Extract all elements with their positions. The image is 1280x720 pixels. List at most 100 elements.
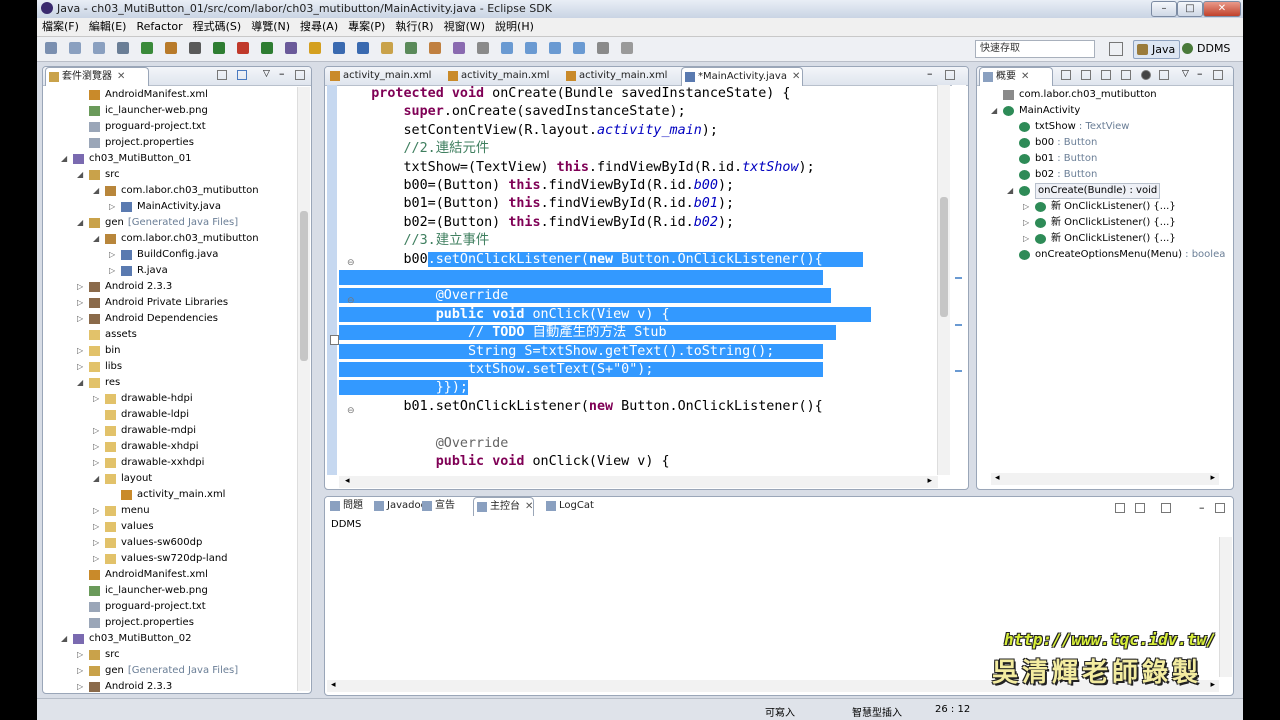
tree-item[interactable]: ▷ values-sw600dp: [43, 535, 297, 551]
close-tab-icon[interactable]: ✕: [117, 71, 125, 82]
minimize-button[interactable]: –: [1151, 1, 1177, 17]
tab-javadoc[interactable]: Javadoc: [371, 497, 426, 515]
collapsed-arrow-icon[interactable]: ▷: [109, 199, 119, 215]
tree-item[interactable]: ▷ 新 OnClickListener() {...}: [977, 215, 1219, 231]
save-icon[interactable]: [69, 42, 81, 54]
tree-item[interactable]: ▷ values: [43, 519, 297, 535]
minimize-editor-icon[interactable]: –: [927, 67, 933, 80]
sort-icon[interactable]: [1081, 70, 1091, 80]
scroll-left-icon[interactable]: ◂: [995, 473, 1000, 483]
outline-horizontal-scrollbar[interactable]: ◂ ▸: [991, 473, 1219, 485]
collapse-all-icon[interactable]: [217, 70, 227, 80]
expanded-arrow-icon[interactable]: ◢: [1007, 183, 1017, 199]
menu-item[interactable]: 執行(R): [390, 18, 438, 36]
tree-item[interactable]: com.labor.ch03_mutibutton: [977, 87, 1219, 103]
tab-problems[interactable]: 問題: [327, 497, 363, 515]
build-icon[interactable]: [141, 42, 153, 54]
tab-declaration[interactable]: 宣告: [419, 497, 455, 515]
expanded-arrow-icon[interactable]: ◢: [77, 215, 87, 231]
tree-item[interactable]: ▷ src: [43, 647, 297, 663]
tree-item[interactable]: ◢ onCreate(Bundle) : void: [977, 183, 1219, 199]
task-marker-icon[interactable]: [330, 335, 339, 345]
prev-annotation-icon[interactable]: [525, 42, 537, 54]
tree-item[interactable]: ic_launcher-web.png: [43, 583, 297, 599]
search-icon[interactable]: [405, 42, 417, 54]
expanded-arrow-icon[interactable]: ◢: [991, 103, 1001, 119]
collapsed-arrow-icon[interactable]: ▷: [77, 343, 87, 359]
scroll-right-icon[interactable]: ▸: [927, 476, 932, 486]
tab-logcat[interactable]: LogCat: [543, 497, 594, 515]
scroll-right-icon[interactable]: ▸: [1210, 473, 1215, 483]
tree-item[interactable]: proguard-project.txt: [43, 599, 297, 615]
close-tab-icon[interactable]: ✕: [1021, 71, 1029, 82]
tree-item[interactable]: ▷ drawable-hdpi: [43, 391, 297, 407]
editor-tab[interactable]: *MainActivity.java ✕: [681, 67, 803, 86]
link-with-editor-icon[interactable]: [237, 70, 247, 80]
open-perspective-icon[interactable]: [1109, 42, 1123, 56]
tree-item[interactable]: ▷ gen [Generated Java Files]: [43, 663, 297, 679]
tree-item[interactable]: ◢ com.labor.ch03_mutibutton: [43, 183, 297, 199]
menu-item[interactable]: 說明(H): [490, 18, 539, 36]
tree-item[interactable]: ▷ 新 OnClickListener() {...}: [977, 231, 1219, 247]
view-menu-icon[interactable]: ▽: [1182, 69, 1189, 79]
hide-static-icon[interactable]: [1121, 70, 1131, 80]
tree-item[interactable]: ▷ 新 OnClickListener() {...}: [977, 199, 1219, 215]
new-class-icon[interactable]: [333, 42, 345, 54]
tree-item[interactable]: proguard-project.txt: [43, 119, 297, 135]
tab-outline[interactable]: 概要 ✕: [979, 67, 1053, 86]
tree-item[interactable]: project.properties: [43, 615, 297, 631]
tree-item[interactable]: ◢ com.labor.ch03_mutibutton: [43, 231, 297, 247]
display-console-icon[interactable]: [1135, 503, 1145, 513]
collapsed-arrow-icon[interactable]: ▷: [93, 455, 103, 471]
collapsed-arrow-icon[interactable]: ▷: [77, 279, 87, 295]
explorer-scrollbar-thumb[interactable]: [300, 211, 308, 361]
tree-item[interactable]: b02 : Button: [977, 167, 1219, 183]
expanded-arrow-icon[interactable]: ◢: [77, 167, 87, 183]
open-task-icon[interactable]: [381, 42, 393, 54]
collapsed-arrow-icon[interactable]: ▷: [93, 519, 103, 535]
menu-item[interactable]: 檔案(F): [37, 18, 84, 36]
overview-marker[interactable]: [955, 324, 962, 326]
collapsed-arrow-icon[interactable]: ▷: [77, 359, 87, 375]
tree-item[interactable]: ▷ Android Dependencies: [43, 311, 297, 327]
tree-item[interactable]: ▷ MainActivity.java: [43, 199, 297, 215]
tree-item[interactable]: ▷ Android 2.3.3: [43, 279, 297, 295]
tree-item[interactable]: ▷ Android Private Libraries: [43, 295, 297, 311]
open-console-icon[interactable]: [1161, 503, 1171, 513]
tree-item[interactable]: ◢ MainActivity: [977, 103, 1219, 119]
tree-item[interactable]: txtShow : TextView: [977, 119, 1219, 135]
tree-item[interactable]: ▷ menu: [43, 503, 297, 519]
editor-tab[interactable]: activity_main.xml: [445, 67, 569, 85]
minimize-view-icon[interactable]: –: [1199, 501, 1205, 514]
collapsed-arrow-icon[interactable]: ▷: [77, 311, 87, 327]
toggle-mark-icon[interactable]: [429, 42, 441, 54]
tree-item[interactable]: ◢ ch03_MutiButton_02: [43, 631, 297, 647]
maximize-view-icon[interactable]: [1215, 503, 1225, 513]
collapsed-arrow-icon[interactable]: ▷: [93, 423, 103, 439]
maximize-button[interactable]: □: [1177, 1, 1203, 17]
collapsed-arrow-icon[interactable]: ▷: [1023, 215, 1033, 231]
collapsed-arrow-icon[interactable]: ▷: [77, 663, 87, 679]
scroll-left-icon[interactable]: ◂: [331, 680, 336, 690]
tree-item[interactable]: ▷ values-sw720dp-land: [43, 551, 297, 567]
tree-item[interactable]: b00 : Button: [977, 135, 1219, 151]
tree-item[interactable]: AndroidManifest.xml: [43, 567, 297, 583]
tree-item[interactable]: onCreateOptionsMenu(Menu) : boolea: [977, 247, 1225, 263]
editor-scrollbar-thumb[interactable]: [940, 197, 948, 317]
overview-marker[interactable]: [955, 370, 962, 372]
collapsed-arrow-icon[interactable]: ▷: [93, 503, 103, 519]
sdk-manager-icon[interactable]: [189, 42, 201, 54]
collapsed-arrow-icon[interactable]: ▷: [109, 263, 119, 279]
expanded-arrow-icon[interactable]: ◢: [93, 231, 103, 247]
java-perspective-button[interactable]: Java: [1133, 40, 1181, 59]
close-tab-icon[interactable]: ✕: [525, 501, 533, 512]
maximize-view-icon[interactable]: [295, 70, 305, 80]
tree-item[interactable]: ▷ R.java: [43, 263, 297, 279]
menu-item[interactable]: 導覽(N): [246, 18, 295, 36]
last-edit-icon[interactable]: [597, 42, 609, 54]
editor-horizontal-scrollbar[interactable]: ◂ ▸: [339, 476, 938, 488]
forward-icon[interactable]: [573, 42, 585, 54]
tree-item[interactable]: activity_main.xml: [43, 487, 297, 503]
menu-item[interactable]: 搜尋(A): [295, 18, 343, 36]
tree-item[interactable]: ▷ libs: [43, 359, 297, 375]
